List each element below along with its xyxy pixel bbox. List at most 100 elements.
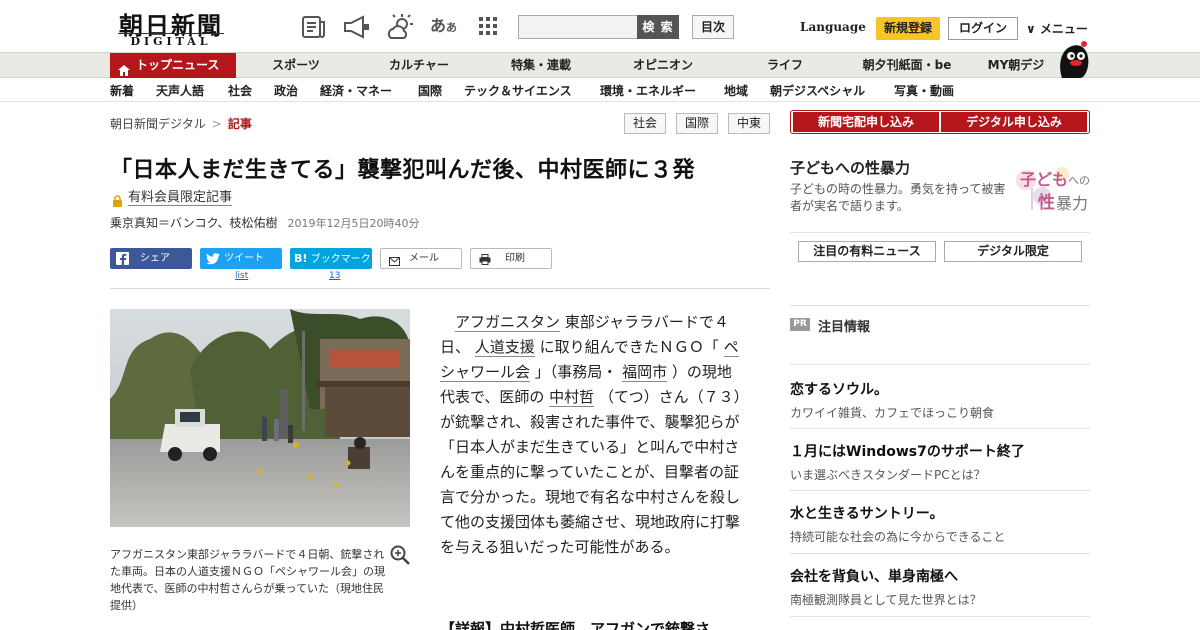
divider: [790, 232, 1090, 233]
newspaper-icon[interactable]: [300, 14, 328, 40]
print-button[interactable]: 印刷: [470, 248, 552, 269]
nav2-item-politics[interactable]: 政治: [274, 82, 298, 99]
tweet-button[interactable]: ツイート: [200, 248, 282, 269]
nav-item-sports[interactable]: スポーツ: [256, 53, 336, 78]
tweet-label: ツイート: [224, 253, 264, 264]
nav-item-opinion[interactable]: オピニオン: [618, 53, 708, 78]
nav2-item-tech[interactable]: テック＆サイエンス: [464, 82, 572, 99]
pr-item-desc: カワイイ雑貨、カフェでほっこり朝食: [790, 406, 995, 420]
pr-item[interactable]: 水と生きるサントリー。 持続可能な社会の為に今からできること: [790, 503, 1090, 545]
tag-international[interactable]: 国際: [676, 113, 718, 134]
language-link[interactable]: Language: [800, 20, 866, 34]
body-text: 」（事務局・: [530, 363, 623, 381]
pr-section-title: 注目情報: [818, 320, 871, 335]
pr-item-title[interactable]: 恋するソウル。: [790, 379, 1090, 399]
breadcrumb-separator: >: [211, 117, 222, 131]
pr-item[interactable]: １月にはWindows7のサポート終了 いま選ぶべきスタンダードPCとは？: [790, 441, 1090, 483]
nav2-item-latest[interactable]: 新着: [110, 82, 134, 99]
members-only-label[interactable]: 有料会員限定記事: [128, 190, 233, 206]
toc-button[interactable]: 目次: [692, 15, 734, 39]
keyword-link-humanitarian-aid[interactable]: 人道支援: [474, 338, 535, 357]
hatena-count[interactable]: 13: [329, 271, 340, 281]
pr-item[interactable]: 会社を背負い、単身南極へ 南極観測隊員として見た世界とは？: [790, 566, 1090, 608]
hatena-bookmark-button[interactable]: B! ブックマーク: [290, 248, 372, 269]
pr-item-desc: 南極観測隊員として見た世界とは？: [790, 593, 982, 607]
feature-logo-text: 性: [1038, 193, 1055, 213]
nav2-item-economy[interactable]: 経済・マネー: [320, 82, 392, 99]
mail-icon: [389, 254, 400, 273]
breadcrumb-current: 記事: [227, 117, 252, 131]
nav2-item-region[interactable]: 地域: [724, 82, 748, 99]
tag-society[interactable]: 社会: [624, 113, 666, 134]
subscription-buttons: 新聞宅配申し込み デジタル申し込み: [790, 110, 1090, 134]
body-text: [440, 313, 455, 331]
printer-icon: [479, 253, 491, 272]
menu-button[interactable]: ∨ メニュー: [1026, 20, 1088, 37]
feature-logo[interactable]: 子ども への 性 暴力: [1012, 162, 1092, 213]
nav-item-features[interactable]: 特集・連載: [496, 53, 586, 78]
article-photo[interactable]: [110, 309, 410, 527]
nav2-item-tenseijingo[interactable]: 天声人語: [156, 82, 204, 99]
primary-nav: トップニュース スポーツ カルチャー 特集・連載 オピニオン ライフ 朝夕刊紙面…: [0, 52, 1200, 78]
facebook-share-button[interactable]: シェア: [110, 248, 192, 269]
nav-item-top-news[interactable]: トップニュース: [110, 53, 236, 78]
site-header: 朝日新聞 DIGITAL ああ 検 索 目次 Language 新規登録 ログイ…: [0, 0, 1200, 52]
keyword-link-nakamura[interactable]: 中村哲: [549, 388, 595, 407]
article-body: アフガニスタン 東部ジャララバードで４日、 人道支援 に取り組んできたＮＧＯ「 …: [440, 310, 746, 560]
tag-middle-east[interactable]: 中東: [728, 113, 770, 134]
mascot-icon[interactable]: [1054, 40, 1092, 80]
pr-item-title[interactable]: 水と生きるサントリー。: [790, 503, 1090, 523]
feature-logo-text: 暴力: [1056, 194, 1089, 213]
nav2-item-photo-video[interactable]: 写真・動画: [894, 82, 954, 99]
divider: [790, 364, 1090, 365]
login-button[interactable]: ログイン: [948, 17, 1018, 40]
search-input[interactable]: [518, 15, 638, 39]
pr-item-title[interactable]: 会社を背負い、単身南極へ: [790, 566, 1090, 586]
newspaper-subscribe-button[interactable]: 新聞宅配申し込み: [793, 112, 939, 132]
nav-item-culture[interactable]: カルチャー: [376, 53, 462, 78]
keyword-link-fukuoka[interactable]: 福岡市: [622, 363, 668, 382]
byline: 乗京真知＝バンコク、枝松佑樹 2019年12月5日20時40分: [110, 214, 420, 231]
pr-item-title[interactable]: １月にはWindows7のサポート終了: [790, 441, 1090, 461]
related-article-link[interactable]: 【詳報】中村哲医師、アフガンで銃撃さ: [440, 618, 710, 630]
megaphone-icon[interactable]: [342, 14, 370, 40]
paid-news-button[interactable]: 注目の有料ニュース: [798, 241, 936, 262]
tweet-sub-link[interactable]: list: [235, 271, 248, 281]
digital-subscribe-button[interactable]: デジタル申し込み: [941, 112, 1087, 132]
weather-icon[interactable]: [386, 14, 414, 40]
grid-menu-icon[interactable]: [478, 16, 506, 42]
feature-description: 子どもの時の性暴力。勇気を持って被害者が実名で語ります。: [790, 182, 1006, 213]
search-button[interactable]: 検 索: [637, 15, 679, 39]
nav2-item-environment[interactable]: 環境・エネルギー: [600, 82, 696, 99]
nav2-item-society[interactable]: 社会: [228, 82, 252, 99]
pr-item[interactable]: 恋するソウル。 カワイイ雑貨、カフェでほっこり朝食: [790, 379, 1090, 421]
site-logo[interactable]: 朝日新聞 DIGITAL: [112, 6, 230, 48]
nav-item-life[interactable]: ライフ: [748, 53, 822, 78]
pr-item-desc: 持続可能な社会の為に今からできること: [790, 530, 1006, 544]
facebook-icon: [116, 252, 129, 265]
nav-item-my-asahi[interactable]: MY朝デジ: [980, 53, 1052, 78]
mail-button[interactable]: メール: [380, 248, 462, 269]
nav2-item-special[interactable]: 朝デジスペシャル: [770, 82, 865, 99]
mail-label: メール: [409, 253, 439, 264]
zoom-icon[interactable]: [390, 545, 410, 565]
lock-icon: [112, 192, 123, 207]
font-size-icon[interactable]: ああ: [430, 12, 458, 38]
divider: [790, 553, 1090, 554]
body-text: （てつ）さん（７３）が銃撃され、殺害された事件で、襲撃犯らが「日本人がまだ生きて…: [440, 388, 742, 556]
keyword-link-afghanistan[interactable]: アフガニスタン: [455, 313, 561, 332]
pr-item-desc: いま選ぶべきスタンダードPCとは？: [790, 468, 986, 482]
feature-title[interactable]: 子どもへの性暴力: [790, 157, 910, 178]
logo-subtext: DIGITAL: [118, 33, 224, 48]
feature-logo-text: への: [1068, 174, 1090, 187]
divider: [110, 288, 770, 289]
secondary-nav: 新着 天声人語 社会 政治 経済・マネー 国際 テック＆サイエンス 環境・エネル…: [0, 78, 1200, 102]
digital-only-button[interactable]: デジタル限定: [944, 241, 1082, 262]
article-title: 「日本人まだ生きてる」襲撃犯叫んだ後、中村医師に３発: [110, 158, 696, 183]
breadcrumb-home[interactable]: 朝日新聞デジタル: [110, 117, 206, 131]
nav-item-newspaper[interactable]: 朝夕刊紙面・be: [852, 53, 962, 78]
divider: [790, 616, 1090, 617]
nav2-item-international[interactable]: 国際: [418, 82, 442, 99]
facebook-share-label: シェア: [140, 253, 170, 264]
register-button[interactable]: 新規登録: [876, 17, 940, 40]
